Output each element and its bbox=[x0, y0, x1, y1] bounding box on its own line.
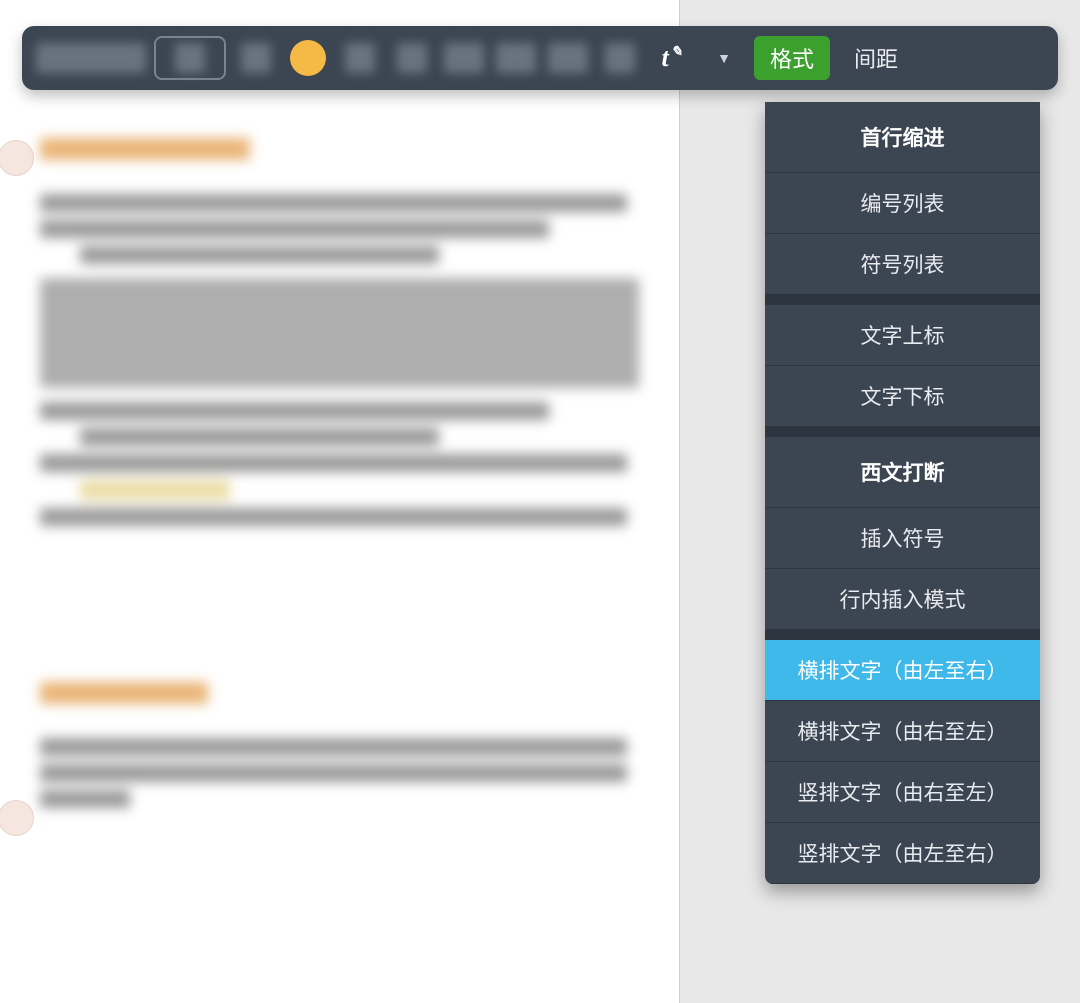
toolbar-item-outlined[interactable] bbox=[154, 36, 226, 80]
dropdown-item-horizontal-ltr[interactable]: 横排文字（由左至右） bbox=[765, 640, 1040, 701]
toolbar-item-blurred[interactable] bbox=[598, 36, 642, 80]
dropdown-separator bbox=[765, 295, 1040, 305]
dropdown-item-vertical-rtl[interactable]: 竖排文字（由右至左） bbox=[765, 762, 1040, 823]
dropdown-item-subscript[interactable]: 文字下标 bbox=[765, 366, 1040, 427]
dropdown-separator bbox=[765, 630, 1040, 640]
toolbar-color-swatch[interactable] bbox=[286, 36, 330, 80]
dropdown-item-horizontal-rtl[interactable]: 横排文字（由右至左） bbox=[765, 701, 1040, 762]
formatting-toolbar: t✎ ▼ 格式 间距 bbox=[22, 26, 1058, 90]
spacing-button[interactable]: 间距 bbox=[838, 36, 914, 80]
toolbar-item-blurred[interactable] bbox=[442, 36, 486, 80]
dropdown-header: 首行缩进 bbox=[765, 102, 1040, 173]
toolbar-item-blurred[interactable] bbox=[546, 36, 590, 80]
text-icon: t✎ bbox=[662, 43, 683, 73]
format-button[interactable]: 格式 bbox=[754, 36, 830, 80]
dropdown-caret-icon[interactable]: ▼ bbox=[702, 36, 746, 80]
dropdown-header: 西文打断 bbox=[765, 437, 1040, 508]
spacing-button-label: 间距 bbox=[854, 42, 898, 74]
dropdown-item-superscript[interactable]: 文字上标 bbox=[765, 305, 1040, 366]
toolbar-item-blurred[interactable] bbox=[36, 36, 146, 80]
dropdown-separator bbox=[765, 427, 1040, 437]
format-dropdown-menu: 首行缩进 编号列表 符号列表 文字上标 文字下标 西文打断 插入符号 行内插入模… bbox=[765, 102, 1040, 884]
text-style-button[interactable]: t✎ bbox=[650, 36, 694, 80]
document-page bbox=[0, 0, 680, 1003]
dropdown-item-insert-symbol[interactable]: 插入符号 bbox=[765, 508, 1040, 569]
document-content-blurred bbox=[0, 0, 679, 856]
toolbar-item-blurred[interactable] bbox=[338, 36, 382, 80]
dropdown-item-bulleted-list[interactable]: 符号列表 bbox=[765, 234, 1040, 295]
toolbar-item-blurred[interactable] bbox=[390, 36, 434, 80]
dropdown-item-numbered-list[interactable]: 编号列表 bbox=[765, 173, 1040, 234]
toolbar-item-blurred[interactable] bbox=[494, 36, 538, 80]
dropdown-item-vertical-ltr[interactable]: 竖排文字（由左至右） bbox=[765, 823, 1040, 884]
format-button-label: 格式 bbox=[770, 42, 814, 74]
toolbar-item-blurred[interactable] bbox=[234, 36, 278, 80]
dropdown-item-inline-insert-mode[interactable]: 行内插入模式 bbox=[765, 569, 1040, 630]
